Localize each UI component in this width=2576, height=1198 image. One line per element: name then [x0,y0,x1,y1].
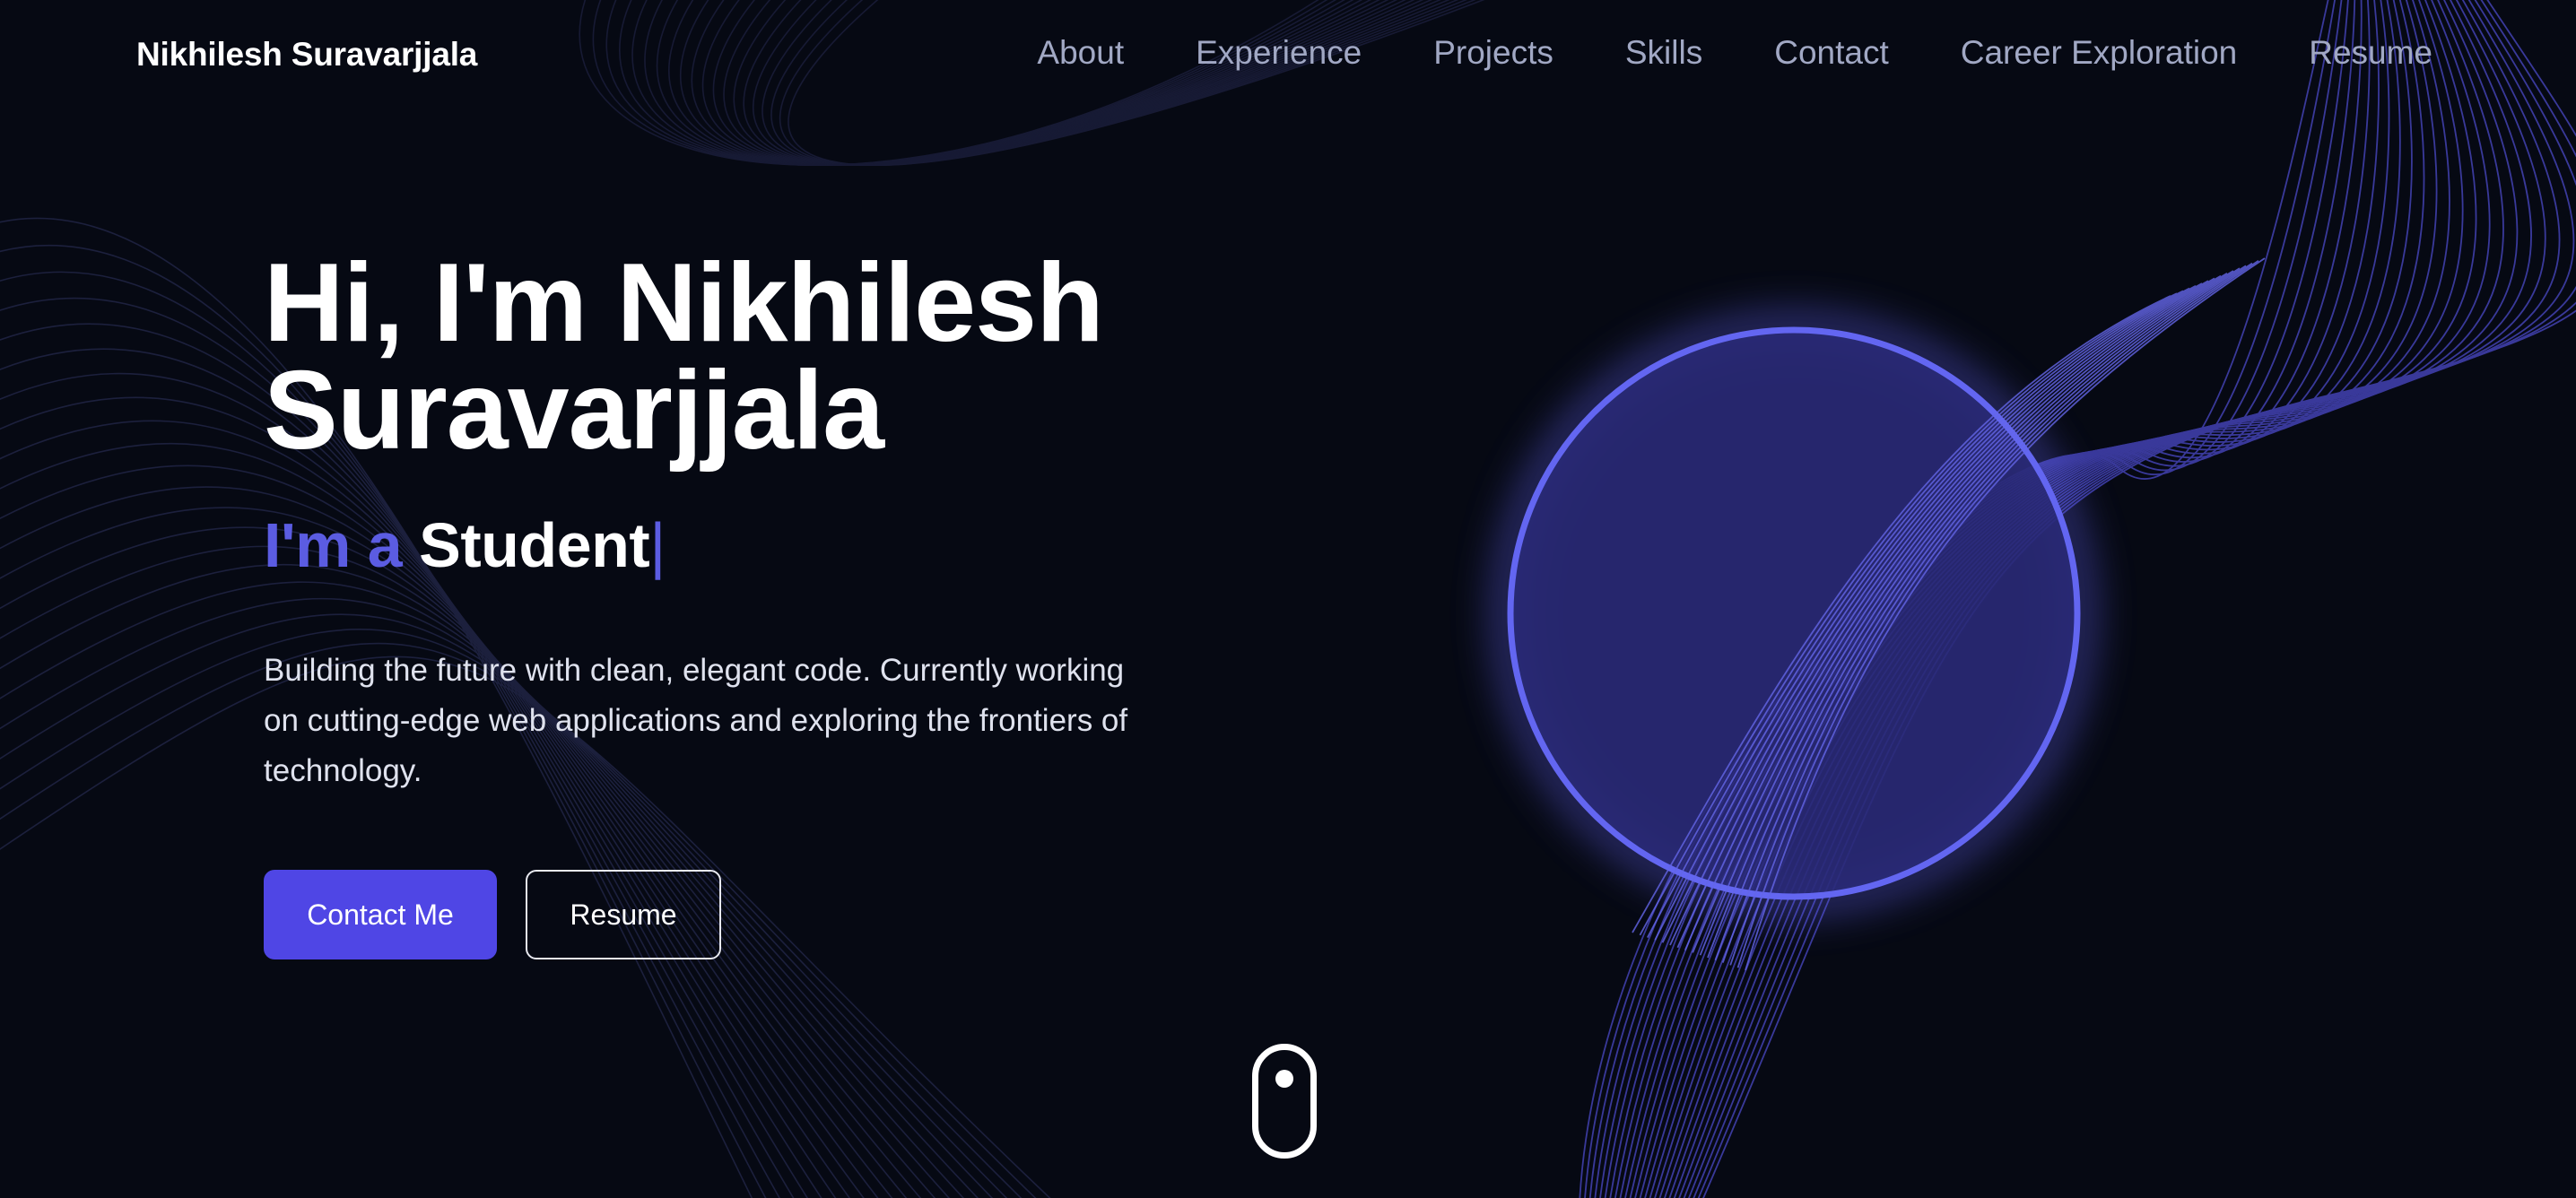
hero-title: Hi, I'm Nikhilesh Suravarjjala [264,247,1250,466]
hero-title-line2: Suravarjjala [264,349,884,473]
typed-role-line: I'm a Student| [264,509,1250,581]
nav-link-career-exploration[interactable]: Career Exploration [1961,34,2237,72]
mouse-scroll-icon[interactable] [1252,1044,1317,1159]
nav-link-experience[interactable]: Experience [1196,34,1362,72]
hero-title-line1: Hi, I'm Nikhilesh [264,241,1104,365]
portfolio-page: Nikhilesh Suravarjjala About Experience … [0,0,2576,1198]
typing-cursor: | [649,510,666,580]
hero-description: Building the future with clean, elegant … [264,653,1128,788]
right-wave-lines [1579,0,2576,1198]
contact-me-button[interactable]: Contact Me [264,870,497,959]
brand-name[interactable]: Nikhilesh Suravarjjala [136,36,477,74]
resume-button[interactable]: Resume [526,870,721,959]
nav-links: About Experience Projects Skills Contact… [1037,34,2432,72]
hero-section: Hi, I'm Nikhilesh Suravarjjala I'm a Stu… [264,247,1250,959]
nav-link-about[interactable]: About [1037,34,1124,72]
orb-overlay-wave-lines [1632,257,2266,971]
typed-prefix: I'm a [264,510,420,580]
scroll-wheel-dot [1275,1070,1293,1088]
top-navigation: Nikhilesh Suravarjjala About Experience … [0,0,2576,113]
hero-buttons: Contact Me Resume [264,870,1250,959]
nav-link-skills[interactable]: Skills [1625,34,1702,72]
orb-glow [1493,313,2094,914]
nav-link-contact[interactable]: Contact [1774,34,1889,72]
nav-link-projects[interactable]: Projects [1433,34,1553,72]
typed-role: Student [419,510,650,580]
nav-link-resume[interactable]: Resume [2309,34,2432,72]
orb-circle [1507,326,2081,900]
